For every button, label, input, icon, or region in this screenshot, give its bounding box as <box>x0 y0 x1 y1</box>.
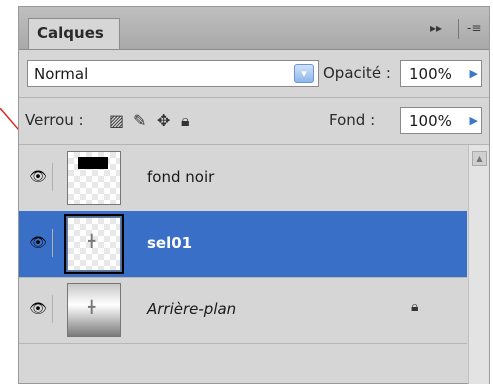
layer-name: fond noir <box>147 168 215 186</box>
layers-panel: Calques ▸▸ -≡ Normal ▾ Opacité : 100% ▶ … <box>18 6 490 384</box>
black-rectangle <box>78 157 108 169</box>
layer-row[interactable]: 👁︎ fond noir <box>19 145 467 212</box>
blend-row: Normal ▾ Opacité : 100% ▶ <box>19 51 489 98</box>
expand-icon[interactable]: ▸▸ <box>430 21 442 35</box>
opacity-field[interactable]: 100% ▶ <box>400 60 482 87</box>
blend-mode-value: Normal <box>34 65 89 83</box>
fill-field[interactable]: 100% ▶ <box>400 107 482 134</box>
cross-mark: ╋ <box>88 234 96 248</box>
panel-tabbar: Calques ▸▸ -≡ <box>19 7 489 50</box>
lock-position-icon[interactable]: ✥ <box>157 111 170 131</box>
lock-transparency-icon[interactable]: ▨ <box>109 111 124 131</box>
layers-list: 👁︎ fond noir 👁︎ ╋ sel01 👁︎ ╋ Arrière-pla… <box>19 145 489 345</box>
layer-name: Arrière-plan <box>147 300 237 318</box>
lock-all-icon[interactable]: 🔒︎ <box>181 111 190 131</box>
fill-value: 100% <box>409 112 452 130</box>
lock-pixels-icon[interactable]: ✎ <box>133 111 146 131</box>
blend-mode-select[interactable]: Normal ▾ <box>27 60 319 87</box>
lock-icon: 🔒︎ <box>411 299 419 315</box>
divider <box>458 19 459 39</box>
layer-name: sel01 <box>147 234 193 252</box>
visibility-eye-icon[interactable]: 👁︎ <box>24 295 53 323</box>
visibility-eye-icon[interactable]: 👁︎ <box>24 229 53 257</box>
visibility-eye-icon[interactable]: 👁︎ <box>24 163 53 191</box>
layer-thumbnail: ╋ <box>67 283 121 337</box>
layer-row[interactable]: 👁︎ ╋ Arrière-plan 🔒︎ <box>19 277 467 344</box>
arrow-right-icon[interactable]: ▶ <box>470 67 478 80</box>
scrollbar[interactable]: ▲ <box>468 145 489 384</box>
chevron-down-icon[interactable]: ▾ <box>294 64 314 83</box>
opacity-label: Opacité : <box>323 64 391 82</box>
cross-mark: ╋ <box>88 300 96 314</box>
layer-thumbnail: ╋ <box>64 214 124 274</box>
lock-label: Verrou : <box>25 111 84 129</box>
panel-menu-icon[interactable]: -≡ <box>467 21 481 35</box>
layer-row[interactable]: 👁︎ ╋ sel01 <box>19 211 467 278</box>
lock-row: Verrou : ▨ ✎ ✥ 🔒︎ Fond : 100% ▶ <box>19 98 489 145</box>
layer-thumbnail <box>67 151 121 205</box>
scroll-up-icon[interactable]: ▲ <box>472 151 487 166</box>
tab-calques[interactable]: Calques <box>28 18 120 49</box>
opacity-value: 100% <box>409 65 452 83</box>
fill-label: Fond : <box>329 111 376 129</box>
arrow-right-icon[interactable]: ▶ <box>470 114 478 127</box>
